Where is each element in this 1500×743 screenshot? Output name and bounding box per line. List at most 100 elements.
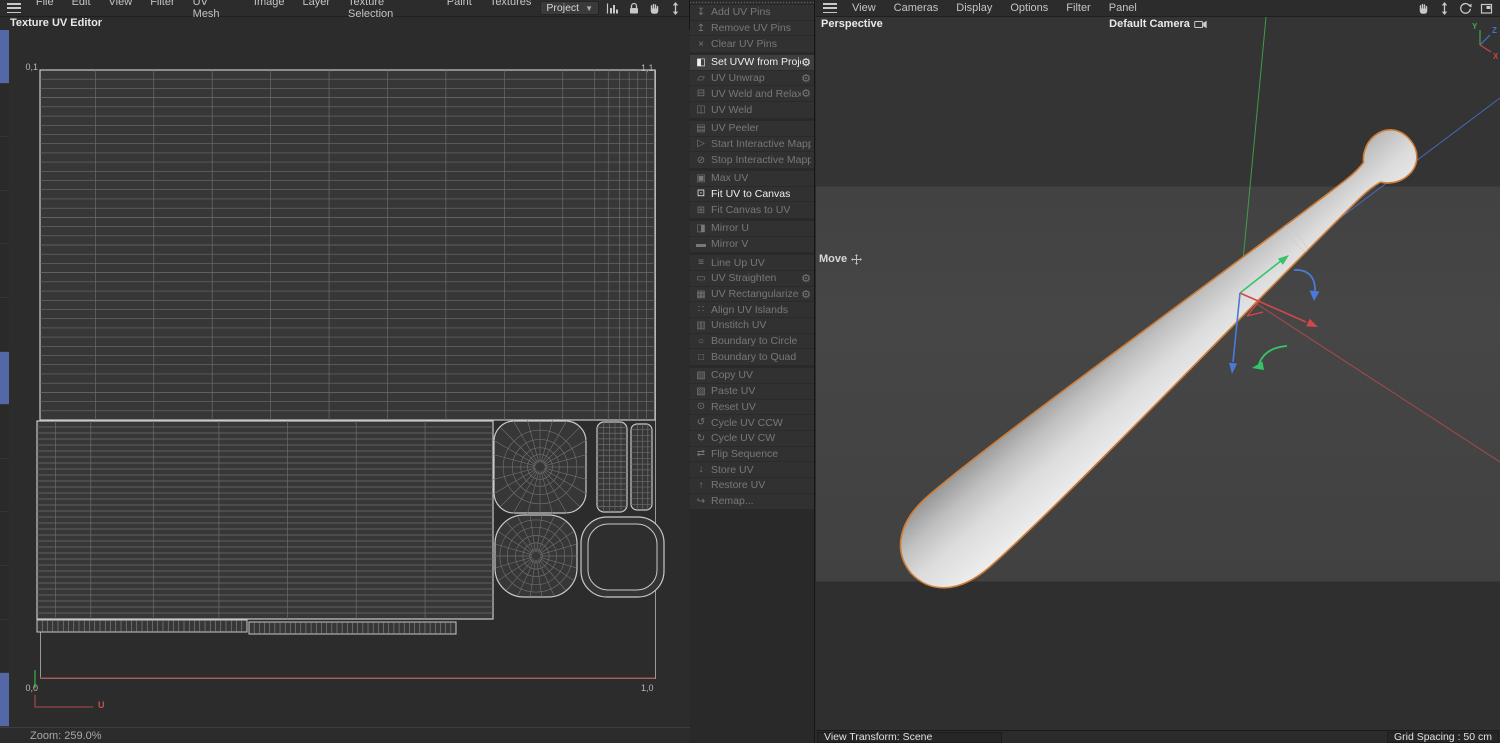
pan-hand-icon[interactable] (647, 1, 662, 15)
dock-tab[interactable] (0, 244, 9, 298)
gear-icon[interactable]: ⚙ (801, 72, 811, 85)
dolly-icon[interactable] (1437, 1, 1452, 15)
add-uv-pins-icon: ↧ (694, 7, 708, 18)
command-uv-rectangularize[interactable]: ▦UV Rectangularize⚙ (690, 287, 814, 303)
command-mirror-u[interactable]: ◨Mirror U (690, 221, 814, 237)
uv-corner-label-00: 0,0 (12, 683, 38, 693)
command-boundary-to-quad[interactable]: □Boundary to Quad (690, 349, 814, 365)
command-set-uvw-from-projection[interactable]: ◧Set UVW from Projection⚙ (690, 55, 814, 71)
lock-icon[interactable] (626, 1, 641, 15)
viewport-3d[interactable]: Y Z X Perspective Default Camera Move (816, 17, 1500, 730)
uv-island-side-strip-1[interactable] (597, 422, 627, 512)
uv-island-ring-island[interactable] (581, 517, 664, 597)
gear-icon[interactable]: ⚙ (801, 56, 811, 69)
uv-island-side-strip-2[interactable] (631, 424, 652, 510)
menu-display[interactable]: Display (947, 2, 1001, 14)
axis-x-label: X (1493, 52, 1499, 61)
command-mirror-v[interactable]: ▬Mirror V (690, 237, 814, 253)
panel-title-row: Texture UV Editor (0, 17, 689, 30)
uv-island-tick-strip-2[interactable] (249, 622, 456, 634)
uv-island-handle-grid[interactable] (37, 421, 493, 619)
pan-hand-icon[interactable] (1416, 1, 1431, 15)
command-boundary-to-circle[interactable]: ○Boundary to Circle (690, 334, 814, 350)
command-label: Unstitch UV (711, 319, 766, 331)
gizmo-z-plane-handle[interactable] (1294, 270, 1320, 301)
command-restore-uv[interactable]: ↑Restore UV (690, 478, 814, 494)
boundary-to-quad-icon: □ (694, 352, 708, 363)
dock-tab[interactable] (0, 405, 9, 459)
gear-icon[interactable]: ⚙ (801, 87, 811, 100)
command-label: Cycle UV CCW (711, 417, 783, 429)
command-line-up-uv[interactable]: ≡Line Up UV (690, 255, 814, 271)
command-group: ◨Mirror U▬Mirror V (690, 221, 814, 252)
command-max-uv[interactable]: ▣Max UV (690, 171, 814, 187)
menu-view[interactable]: View (843, 2, 885, 14)
command-unstitch-uv[interactable]: ▥Unstitch UV (690, 318, 814, 334)
command-start-interactive-mapping[interactable]: ▷Start Interactive Mapping (690, 137, 814, 153)
command-align-uv-islands[interactable]: ∷Align UV Islands (690, 302, 814, 318)
dock-tab[interactable] (0, 352, 9, 406)
command-remap[interactable]: ↪Remap... (690, 494, 814, 510)
dock-tab[interactable] (0, 137, 9, 191)
dock-tab[interactable] (0, 673, 9, 727)
project-dropdown[interactable]: Project ▼ (540, 1, 599, 15)
command-uv-peeler[interactable]: ▤UV Peeler (690, 121, 814, 137)
command-clear-uv-pins[interactable]: ×Clear UV Pins (690, 36, 814, 52)
bat-model[interactable] (880, 104, 1441, 609)
command-paste-uv[interactable]: ▨Paste UV (690, 384, 814, 400)
dock-tab[interactable] (0, 566, 9, 620)
histogram-icon[interactable] (605, 1, 620, 15)
uv-island-cap-disc-top[interactable] (493, 420, 587, 514)
texture-uv-editor-panel: FileEditViewFilterUV MeshImageLayerTextu… (0, 0, 690, 743)
command-uv-straighten[interactable]: ▭UV Straighten⚙ (690, 271, 814, 287)
uv-island-body-grid[interactable] (40, 70, 655, 420)
menu-filter[interactable]: Filter (1057, 2, 1099, 14)
hamburger-menu-icon[interactable] (823, 3, 837, 13)
hamburger-menu-icon[interactable] (7, 3, 21, 13)
command-cycle-uv-cw[interactable]: ↻Cycle UV CW (690, 431, 814, 447)
command-fit-canvas-to-uv[interactable]: ⊞Fit Canvas to UV (690, 202, 814, 218)
maximize-view-icon[interactable] (1479, 1, 1494, 15)
uv-canvas[interactable]: 0,1 1,1 0,0 1,0 U (10, 30, 690, 727)
gear-icon[interactable]: ⚙ (801, 272, 811, 285)
uv-island-cap-disc-bottom[interactable] (495, 515, 577, 597)
command-stop-interactive-mapping[interactable]: ⊘Stop Interactive Mapping (690, 152, 814, 168)
menu-panel[interactable]: Panel (1100, 2, 1146, 14)
command-add-uv-pins[interactable]: ↧Add UV Pins (690, 5, 814, 21)
fit-uv-to-canvas-icon: ⊡ (694, 188, 708, 199)
command-group: ▤UV Peeler▷Start Interactive Mapping⊘Sto… (690, 121, 814, 168)
uv-island-tick-strip-1[interactable] (37, 620, 247, 632)
dock-tab[interactable] (0, 298, 9, 352)
dock-tab[interactable] (0, 84, 9, 138)
dock-tab[interactable] (0, 459, 9, 513)
command-reset-uv[interactable]: ⊙Reset UV (690, 400, 814, 416)
fit-canvas-to-uv-icon: ⊞ (694, 205, 708, 216)
viewport-menu: ViewCamerasDisplayOptionsFilterPanel (843, 2, 1146, 14)
dock-tab[interactable] (0, 191, 9, 245)
command-cycle-uv-ccw[interactable]: ↺Cycle UV CCW (690, 415, 814, 431)
dock-tab[interactable] (0, 30, 9, 84)
set-uvw-from-projection-icon: ◧ (694, 57, 708, 68)
bat-silhouette[interactable] (880, 104, 1441, 609)
command-remove-uv-pins[interactable]: ↥Remove UV Pins (690, 21, 814, 37)
camera-selector[interactable]: Default Camera (1109, 18, 1207, 30)
gear-icon[interactable]: ⚙ (801, 288, 811, 301)
command-uv-weld[interactable]: ◫UV Weld (690, 102, 814, 118)
command-uv-unwrap[interactable]: ▱UV Unwrap⚙ (690, 71, 814, 87)
command-flip-sequence[interactable]: ⇄Flip Sequence (690, 447, 814, 463)
menu-options[interactable]: Options (1001, 2, 1057, 14)
gizmo-y-plane-handle[interactable] (1252, 346, 1287, 370)
dolly-icon[interactable] (668, 1, 683, 15)
remove-uv-pins-icon: ↥ (694, 23, 708, 34)
start-interactive-mapping-icon: ▷ (694, 138, 708, 149)
menu-cameras[interactable]: Cameras (885, 2, 948, 14)
rotate-view-icon[interactable] (1458, 1, 1473, 15)
command-label: Copy UV (711, 369, 753, 381)
dock-tab[interactable] (0, 512, 9, 566)
command-uv-weld-and-relax[interactable]: ⊟UV Weld and Relax⚙ (690, 86, 814, 102)
uv-peeler-icon: ▤ (694, 123, 708, 134)
command-copy-uv[interactable]: ▧Copy UV (690, 368, 814, 384)
command-store-uv[interactable]: ↓Store UV (690, 462, 814, 478)
command-fit-uv-to-canvas[interactable]: ⊡Fit UV to Canvas (690, 187, 814, 203)
dock-tab[interactable] (0, 620, 9, 674)
